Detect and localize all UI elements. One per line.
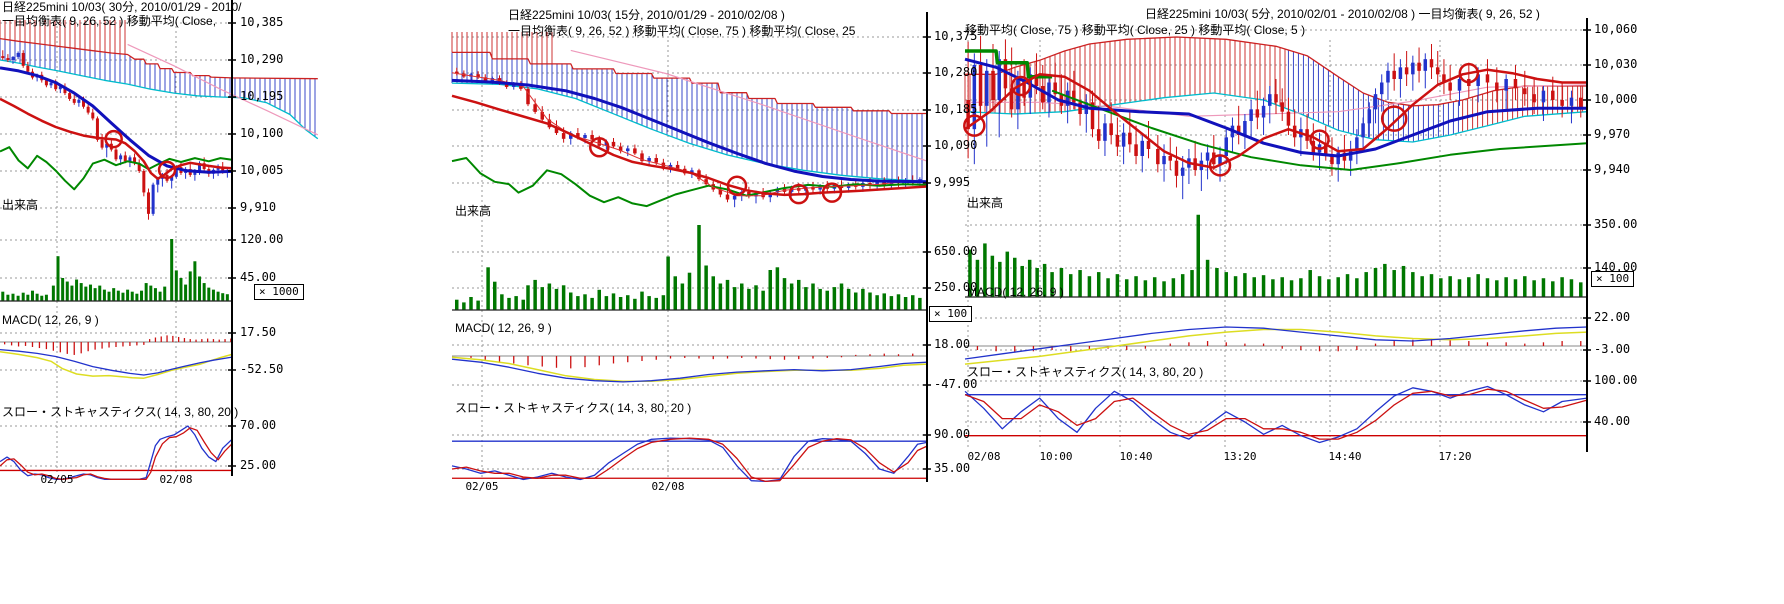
time-axis-label: 02/05 [465, 481, 498, 493]
chart-subtitle: 移動平均( Close, 75 ) 移動平均( Close, 25 ) 移動平均… [965, 24, 1565, 37]
time-axis-label: 02/05 [40, 474, 73, 486]
time-axis-label: 13:20 [1223, 451, 1256, 463]
macd-section-label: MACD( 12, 26, 9 ) [2, 314, 99, 327]
volume-section-label: 出来高 [2, 199, 38, 212]
axis-label: 350.00 [1594, 218, 1637, 231]
chart-title: 日経225mini 10/03( 30分, 2010/01/29 - 2010/ [2, 1, 264, 14]
axis-label: 10,100 [240, 127, 283, 140]
axis-label: 18.00 [934, 338, 970, 351]
stochastics-section-label: スロー・ストキャスティクス( 14, 3, 80, 20 ) [2, 406, 238, 419]
axis-label: 9,910 [240, 201, 276, 214]
axis-label: 10,030 [1594, 58, 1637, 71]
chart-subtitle: 一目均衡表( 9, 26, 52 ) 移動平均( Close, [2, 15, 264, 28]
stochastics-section-label: スロー・ストキャスティクス( 14, 3, 80, 20 ) [967, 366, 1203, 379]
volume-section-label: 出来高 [455, 205, 491, 218]
chart-title: 日経225mini 10/03( 5分, 2010/02/01 - 2010/0… [1145, 8, 1585, 21]
axis-label: -3.00 [1594, 343, 1630, 356]
time-axis-label: 10:00 [1039, 451, 1072, 463]
axis-label: 10,385 [240, 16, 283, 29]
axis-label: -52.50 [240, 363, 283, 376]
time-axis-label: 02/08 [651, 481, 684, 493]
macd-section-label: MACD( 12, 26, 9 ) [967, 286, 1064, 299]
axis-label: 10,000 [1594, 93, 1637, 106]
time-axis-label: 02/08 [967, 451, 1000, 463]
axis-label: 140.00 [1594, 261, 1637, 274]
axis-label: 25.00 [240, 459, 276, 472]
macd-section-label: MACD( 12, 26, 9 ) [455, 322, 552, 335]
axis-label: 90.00 [934, 428, 970, 441]
axis-label: 100.00 [1594, 374, 1637, 387]
axis-label: 650.00 [934, 245, 977, 258]
axis-label: 10,090 [934, 139, 977, 152]
axis-label: 22.00 [1594, 311, 1630, 324]
axis-label: 250.00 [934, 281, 977, 294]
axis-label: 120.00 [240, 233, 283, 246]
time-axis-label: 14:40 [1328, 451, 1361, 463]
stochastics-section-label: スロー・ストキャスティクス( 14, 3, 80, 20 ) [455, 402, 691, 415]
axis-label: 45.00 [240, 271, 276, 284]
time-axis-label: 17:20 [1438, 451, 1471, 463]
chart-title: 日経225mini 10/03( 15分, 2010/01/29 - 2010/… [508, 9, 1108, 22]
charting-workspace: 日経225mini 10/03( 30分, 2010/01/29 - 2010/… [0, 0, 1784, 604]
axis-label: 9,970 [1594, 128, 1630, 141]
axis-label: 9,940 [1594, 163, 1630, 176]
axis-label: 10,185 [934, 103, 977, 116]
axis-label: 10,060 [1594, 23, 1637, 36]
chart-subtitle: 一目均衡表( 9, 26, 52 ) 移動平均( Close, 75 ) 移動平… [508, 25, 927, 38]
axis-label: 10,375 [934, 30, 977, 43]
axis-label: -47.00 [934, 378, 977, 391]
axis-label: 35.00 [934, 462, 970, 475]
axis-label: 9,995 [934, 176, 970, 189]
axis-label: 10,280 [934, 66, 977, 79]
axis-label: 10,195 [240, 90, 283, 103]
volume-section-label: 出来高 [967, 197, 1003, 210]
axis-label: 40.00 [1594, 415, 1630, 428]
axis-label: 17.50 [240, 326, 276, 339]
axis-label: 10,005 [240, 164, 283, 177]
axis-label: 10,290 [240, 53, 283, 66]
volume-unit-box: × 1000 [254, 284, 304, 300]
time-axis-label: 02/08 [159, 474, 192, 486]
volume-unit-box: × 100 [929, 306, 972, 322]
time-axis-label: 10:40 [1119, 451, 1152, 463]
axis-label: 70.00 [240, 419, 276, 432]
